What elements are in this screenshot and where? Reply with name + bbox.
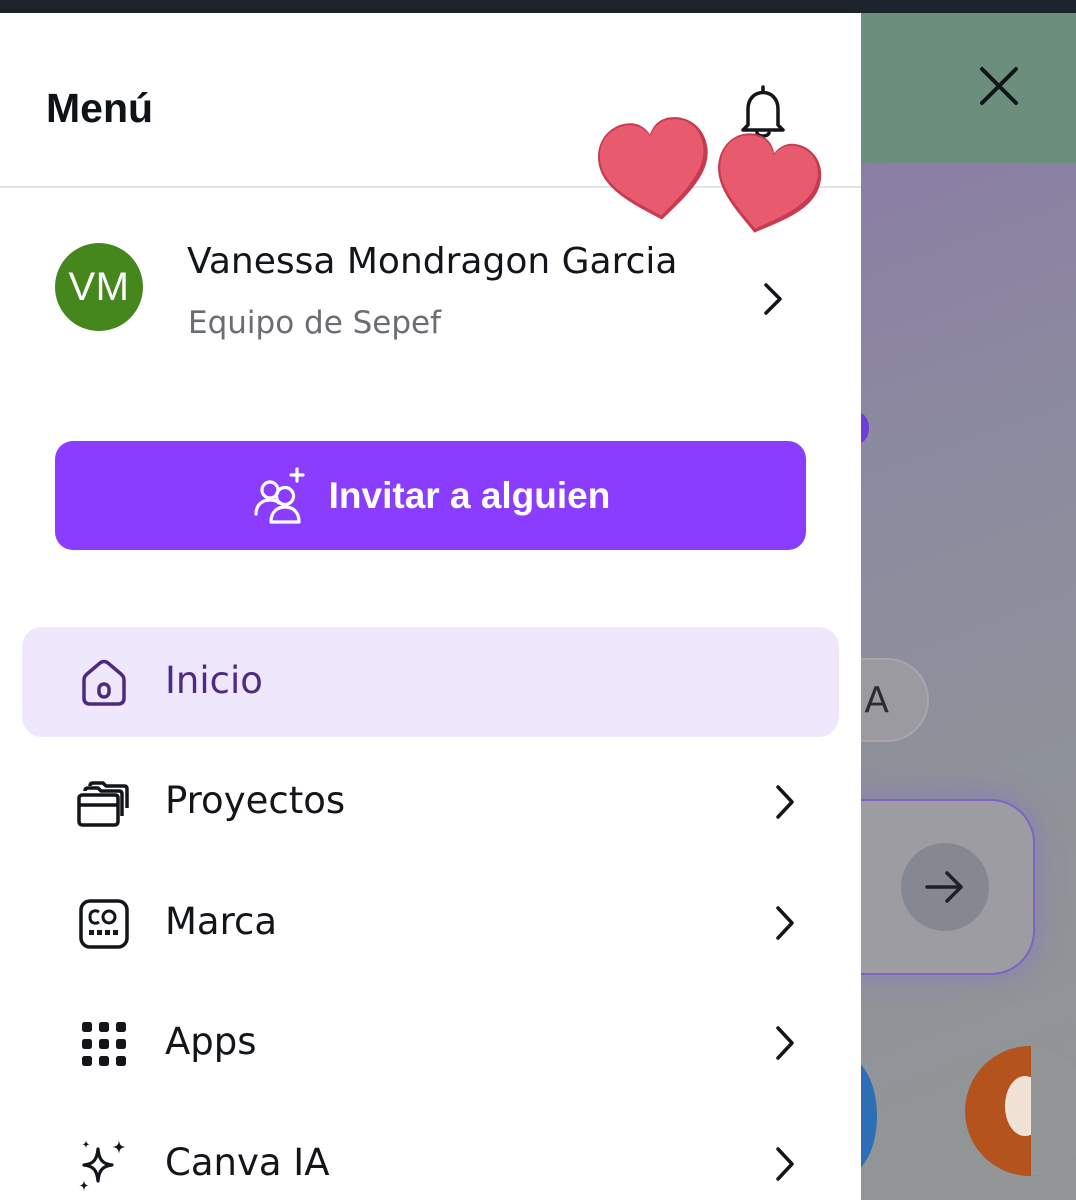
background-app: A (861, 13, 1076, 1200)
status-bar (0, 0, 1076, 13)
close-icon (980, 67, 1018, 105)
background-pill-button[interactable]: A (861, 658, 929, 742)
nav-label-canva-ia: Canva IA (165, 1141, 330, 1184)
nav-item-proyectos[interactable]: Proyectos (22, 747, 839, 857)
apps-grid-icon (76, 1016, 132, 1072)
nav-item-apps[interactable]: Apps (22, 988, 839, 1098)
close-menu-button[interactable] (971, 58, 1027, 114)
chevron-right-icon (776, 1147, 794, 1181)
invite-people-icon (254, 466, 305, 524)
background-pill-label: A (864, 679, 889, 721)
profile-team: Equipo de Sepef (188, 305, 442, 341)
background-top-bar (861, 13, 1076, 163)
nav-item-marca[interactable]: Marca (22, 868, 839, 978)
nav-item-inicio[interactable]: Inicio (22, 627, 839, 737)
chevron-right-icon (776, 785, 794, 819)
brand-icon (76, 896, 132, 952)
notifications-button[interactable] (728, 77, 798, 147)
background-app-icon-blue (861, 1056, 877, 1176)
arrow-right-icon (925, 871, 963, 903)
invite-button-label: Invitar a alguien (328, 474, 611, 516)
chevron-right-icon (776, 1026, 794, 1060)
header-divider (0, 186, 861, 188)
folder-icon (76, 775, 132, 831)
background-app-icon-orange (965, 1046, 1076, 1176)
profile-name: Vanessa Mondragon Garcia (187, 241, 678, 282)
background-dot (861, 413, 869, 443)
nav-label-proyectos: Proyectos (165, 779, 346, 822)
chevron-right-icon (776, 906, 794, 940)
menu-panel: Menú VM Vanessa Mondragon Garcia Equipo … (0, 13, 861, 1200)
menu-title: Menú (46, 85, 154, 131)
sparkles-icon (76, 1137, 132, 1193)
nav-label-marca: Marca (165, 900, 278, 943)
profile-row[interactable]: VM Vanessa Mondragon Garcia Equipo de Se… (0, 223, 861, 363)
background-submit-button[interactable] (901, 843, 989, 931)
nav-label-apps: Apps (165, 1020, 257, 1063)
invite-button[interactable]: Invitar a alguien (55, 441, 806, 550)
chevron-right-icon (764, 283, 782, 315)
avatar: VM (55, 243, 143, 331)
nav-label-inicio: Inicio (165, 659, 263, 702)
bell-icon (741, 85, 785, 138)
nav-item-canva-ia[interactable]: Canva IA (22, 1109, 839, 1200)
home-icon (76, 655, 132, 711)
